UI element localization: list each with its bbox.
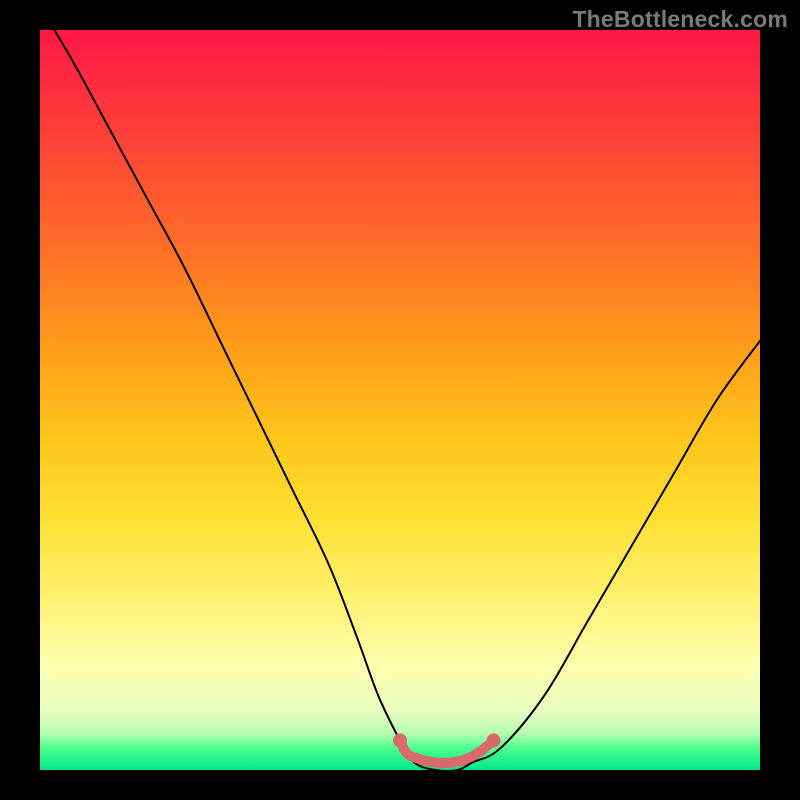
bottleneck-chart: TheBottleneck.com: [0, 0, 800, 800]
watermark-label: TheBottleneck.com: [572, 6, 788, 33]
sweet-spot-right-dot: [487, 733, 501, 747]
chart-svg: [40, 30, 760, 770]
sweet-spot-left-dot: [393, 733, 407, 747]
bottleneck-curve: [54, 30, 760, 770]
